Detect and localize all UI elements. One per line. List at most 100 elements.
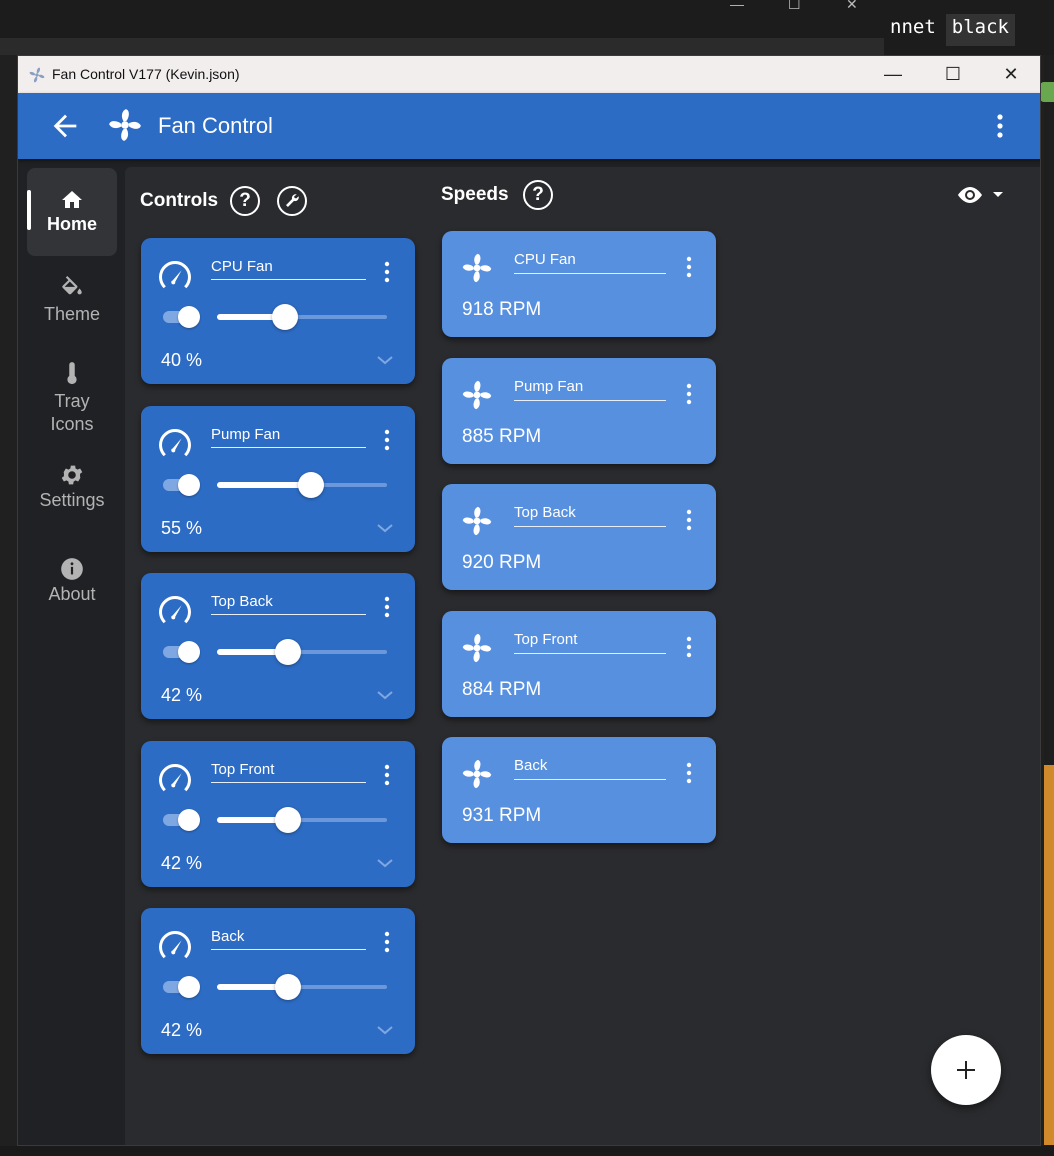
background-close-icon: ✕: [846, 0, 858, 12]
control-name[interactable]: CPU Fan: [211, 258, 366, 280]
main-content: Controls ? Speeds ? CPU Fan 40 % Pump Fa…: [125, 167, 1040, 1145]
gauge-icon: [159, 261, 191, 289]
slider-thumb[interactable]: [275, 806, 301, 833]
thermometer-icon: [67, 362, 77, 385]
slider-thumb[interactable]: [272, 304, 298, 330]
home-icon: [62, 191, 82, 208]
info-icon: [61, 558, 83, 580]
sidebar-item-label: Home: [46, 214, 97, 234]
add-button[interactable]: [931, 1035, 1001, 1105]
percent-value: 42 %: [161, 685, 203, 705]
control-card: Top Back 42 %: [141, 573, 415, 719]
fan-control-window: Fan Control V177 (Kevin.json) — ☐ ✕ Fan …: [17, 55, 1041, 1146]
gauge-icon: [159, 931, 191, 959]
wrench-icon: [286, 194, 299, 207]
speed-card: Top Front 884 RPM: [442, 610, 716, 717]
slider-thumb[interactable]: [275, 639, 301, 665]
controls-help-button[interactable]: ?: [230, 186, 260, 216]
more-vertical-icon[interactable]: [683, 382, 695, 406]
slider-thumb[interactable]: [275, 974, 301, 1000]
sidebar-item-about[interactable]: About: [27, 556, 117, 605]
control-card: Top Front 42 %: [141, 740, 415, 887]
chevron-down-icon[interactable]: [377, 857, 393, 869]
more-vertical-icon[interactable]: [381, 930, 393, 954]
control-name[interactable]: Top Front: [211, 761, 366, 783]
speed-sensor-name[interactable]: Pump Fan: [514, 378, 666, 401]
enable-toggle[interactable]: [161, 473, 201, 496]
sidebar-item-label: Tray Icons: [50, 391, 94, 434]
speeds-help-button[interactable]: ?: [523, 180, 553, 210]
speed-sensor-name[interactable]: Top Front: [514, 631, 666, 654]
app-title: Fan Control: [158, 113, 273, 138]
visibility-menu-button[interactable]: [955, 180, 1013, 210]
enable-toggle[interactable]: [161, 306, 201, 328]
chevron-down-icon[interactable]: [377, 354, 393, 366]
control-name[interactable]: Back: [211, 928, 366, 950]
fan-icon: [109, 109, 141, 141]
title-bar: Fan Control V177 (Kevin.json) — ☐ ✕: [18, 56, 1040, 93]
control-name[interactable]: Pump Fan: [211, 426, 366, 448]
more-vertical-icon[interactable]: [988, 111, 1012, 141]
sidebar-item-tray-icons[interactable]: Tray Icons: [27, 360, 117, 436]
rpm-value: 918 RPM: [462, 299, 542, 320]
speed-slider[interactable]: [217, 974, 389, 1000]
rpm-value: 884 RPM: [462, 678, 542, 700]
rpm-value: 931 RPM: [462, 805, 542, 826]
controls-tools-button[interactable]: [277, 186, 307, 216]
speed-sensor-name[interactable]: CPU Fan: [514, 251, 666, 274]
sidebar: Home Theme Tray Icons Settings About: [18, 166, 124, 1145]
more-vertical-icon[interactable]: [683, 255, 695, 279]
speed-slider[interactable]: [217, 471, 389, 498]
speeds-heading: Speeds: [441, 184, 509, 205]
background-tab-partial[interactable]: nnet: [884, 14, 942, 46]
plus-icon: [957, 1061, 975, 1079]
background-tab-black[interactable]: black: [945, 14, 1015, 46]
background-tabs: nnet black: [884, 14, 1015, 46]
speed-slider[interactable]: [217, 639, 389, 665]
controls-heading: Controls: [140, 190, 219, 211]
sidebar-item-label: Theme: [43, 304, 101, 324]
background-image: [1044, 765, 1054, 1145]
speed-card: Pump Fan 885 RPM: [442, 357, 716, 464]
more-vertical-icon[interactable]: [381, 595, 393, 619]
more-vertical-icon[interactable]: [683, 508, 695, 532]
fan-icon: [462, 633, 492, 662]
background-minimize-icon: —: [730, 0, 744, 12]
speed-slider[interactable]: [217, 304, 389, 330]
fan-icon: [462, 380, 492, 409]
gear-icon: [61, 465, 83, 485]
speed-sensor-name[interactable]: Top Back: [514, 504, 666, 527]
chevron-down-icon[interactable]: [377, 689, 393, 701]
minimize-button[interactable]: —: [864, 56, 922, 93]
enable-toggle[interactable]: [161, 976, 201, 998]
arrow-left-icon: [53, 114, 77, 138]
enable-toggle[interactable]: [161, 808, 201, 831]
rpm-value: 920 RPM: [462, 552, 542, 573]
chevron-down-icon[interactable]: [377, 1024, 393, 1036]
slider-thumb[interactable]: [298, 471, 324, 498]
sidebar-item-settings[interactable]: Settings: [27, 462, 117, 511]
caret-down-icon: [993, 192, 1003, 197]
sidebar-item-theme[interactable]: Theme: [27, 276, 117, 325]
more-vertical-icon[interactable]: [683, 635, 695, 659]
enable-toggle[interactable]: [161, 641, 201, 663]
percent-value: 42 %: [161, 1020, 203, 1040]
percent-value: 55 %: [161, 517, 203, 538]
back-button[interactable]: [48, 109, 82, 143]
sidebar-item-home[interactable]: Home: [27, 168, 117, 256]
maximize-button[interactable]: ☐: [924, 56, 982, 93]
speed-card: Top Back 920 RPM: [442, 484, 716, 590]
fan-icon: [462, 506, 492, 536]
paint-bucket-icon: [62, 276, 82, 295]
rpm-value: 885 RPM: [462, 425, 542, 447]
chevron-down-icon[interactable]: [377, 522, 393, 534]
more-vertical-icon[interactable]: [381, 260, 393, 284]
more-vertical-icon[interactable]: [381, 763, 393, 787]
speed-sensor-name[interactable]: Back: [514, 757, 666, 780]
fan-icon: [462, 759, 492, 789]
more-vertical-icon[interactable]: [683, 761, 695, 785]
close-button[interactable]: ✕: [982, 56, 1040, 93]
control-name[interactable]: Top Back: [211, 593, 366, 615]
more-vertical-icon[interactable]: [381, 428, 393, 452]
speed-slider[interactable]: [217, 806, 389, 833]
